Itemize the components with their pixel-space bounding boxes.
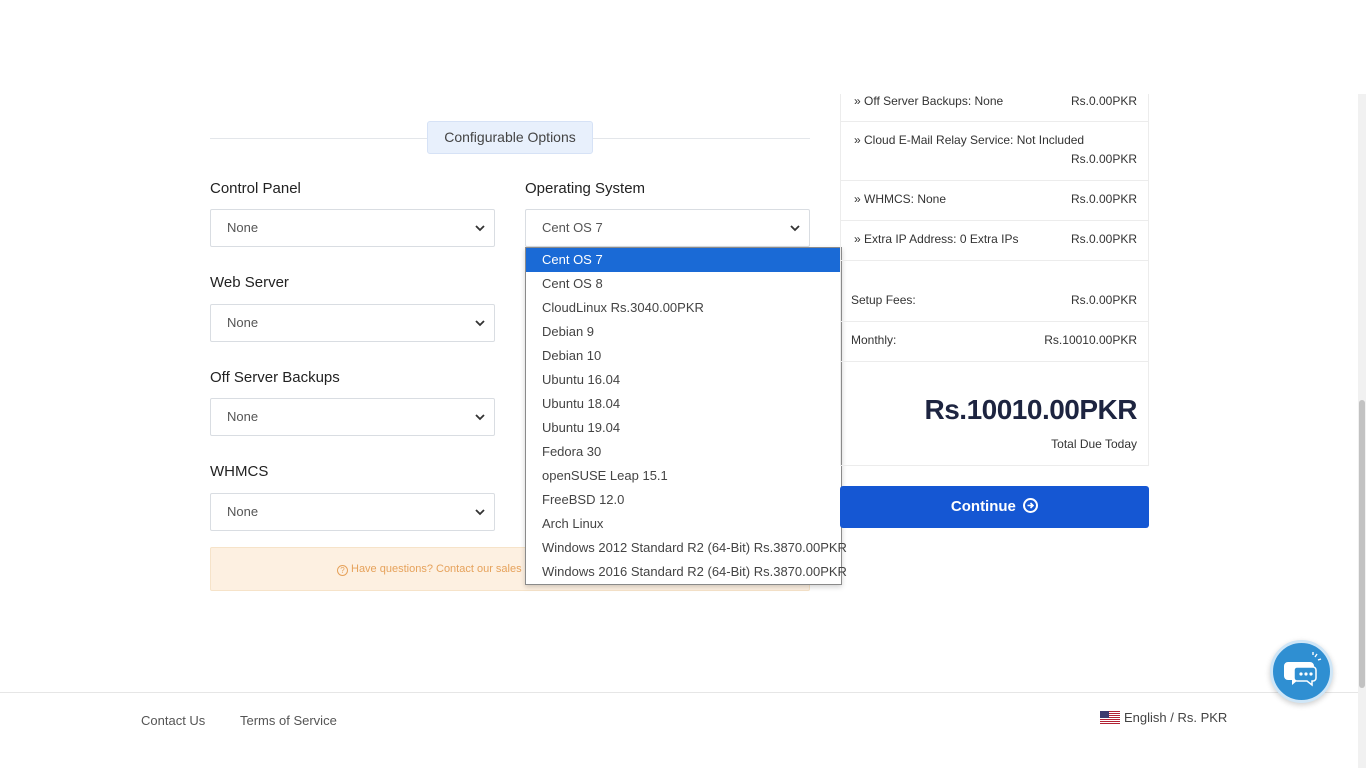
web-server-label: Web Server bbox=[210, 274, 289, 291]
summary-item-label: » Extra IP Address: 0 Extra IPs bbox=[854, 232, 1019, 246]
chevron-down-icon bbox=[474, 305, 486, 341]
os-option[interactable]: Arch Linux bbox=[526, 512, 841, 536]
whmcs-value: None bbox=[227, 504, 259, 519]
off-server-backups-label: Off Server Backups bbox=[210, 369, 340, 386]
os-option[interactable]: Ubuntu 19.04 bbox=[526, 416, 841, 440]
os-option[interactable]: Ubuntu 18.04 bbox=[526, 392, 841, 416]
total-due-label: Total Due Today bbox=[1051, 437, 1137, 451]
monthly-label: Monthly: bbox=[851, 333, 897, 347]
footer-link-contact-us[interactable]: Contact Us bbox=[141, 713, 205, 728]
arrow-right-circle-icon bbox=[1023, 498, 1039, 513]
os-option[interactable]: Debian 9 bbox=[526, 320, 841, 344]
os-option[interactable]: Windows 2012 Standard R2 (64-Bit) Rs.387… bbox=[526, 536, 847, 560]
chevron-down-icon bbox=[474, 399, 486, 435]
summary-item-value: Rs.0.00PKR bbox=[1070, 192, 1137, 206]
web-server-value: None bbox=[227, 315, 259, 330]
continue-button-label: Continue bbox=[950, 498, 1016, 515]
os-option[interactable]: Debian 10 bbox=[526, 344, 841, 368]
operating-system-value: Cent OS 7 bbox=[542, 220, 603, 235]
scrollbar-thumb[interactable] bbox=[1359, 400, 1365, 688]
off-server-backups-value: None bbox=[227, 409, 259, 424]
question-icon: ? bbox=[337, 565, 348, 576]
order-summary: » Off Server Backups: None Rs.0.00PKR » … bbox=[840, 94, 1149, 466]
us-flag-icon bbox=[1100, 711, 1120, 724]
summary-item-value: Rs.0.00PKR bbox=[1070, 152, 1137, 166]
whmcs-select[interactable]: None bbox=[210, 493, 495, 531]
off-server-backups-select[interactable]: None bbox=[210, 398, 495, 436]
control-panel-label: Control Panel bbox=[210, 180, 301, 197]
summary-divider bbox=[841, 260, 1148, 261]
summary-item-value: Rs.0.00PKR bbox=[1070, 232, 1137, 246]
summary-divider bbox=[841, 361, 1148, 362]
summary-item-label: » Cloud E-Mail Relay Service: Not Includ… bbox=[854, 133, 1085, 147]
summary-divider bbox=[841, 220, 1148, 221]
os-dropdown-list[interactable]: Cent OS 7 Cent OS 8 CloudLinux Rs.3040.00P… bbox=[525, 247, 847, 585]
section-title: Configurable Options bbox=[427, 121, 593, 154]
chat-bubble-icon bbox=[1284, 652, 1322, 687]
os-option[interactable]: Windows 2016 Standard R2 (64-Bit) Rs.387… bbox=[526, 560, 847, 584]
os-option[interactable]: Cent OS 8 bbox=[526, 272, 841, 296]
operating-system-label: Operating System bbox=[525, 180, 646, 197]
os-option[interactable]: CloudLinux Rs.3040.00PKR bbox=[526, 296, 841, 320]
chevron-down-icon bbox=[474, 210, 486, 246]
web-server-select[interactable]: None bbox=[210, 304, 495, 342]
summary-divider bbox=[841, 180, 1148, 181]
language-label: English / Rs. PKR bbox=[1124, 710, 1228, 725]
chevron-down-icon bbox=[789, 210, 801, 246]
summary-item-label: » WHMCS: None bbox=[854, 192, 947, 206]
os-option[interactable]: Fedora 30 bbox=[526, 440, 841, 464]
footer-divider bbox=[0, 692, 1358, 693]
os-option[interactable]: Cent OS 7 bbox=[526, 248, 841, 272]
language-currency-selector[interactable]: English / Rs. PKR bbox=[1100, 710, 1227, 725]
help-text: Have questions? Contact our sales bbox=[351, 563, 522, 575]
total-due-amount: Rs.10010.00PKR bbox=[924, 394, 1138, 425]
monthly-value: Rs.10010.00PKR bbox=[1044, 333, 1137, 347]
setup-fees-value: Rs.0.00PKR bbox=[1070, 293, 1137, 307]
setup-fees-label: Setup Fees: bbox=[851, 293, 916, 307]
operating-system-select[interactable]: Cent OS 7 bbox=[525, 209, 810, 247]
os-option[interactable]: FreeBSD 12.0 bbox=[526, 488, 841, 512]
chevron-down-icon bbox=[474, 494, 486, 530]
footer-link-terms-of-service[interactable]: Terms of Service bbox=[240, 713, 337, 728]
continue-button[interactable]: Continue bbox=[840, 486, 1149, 528]
summary-divider bbox=[841, 121, 1148, 122]
summary-item-value: Rs.0.00PKR bbox=[1070, 94, 1137, 108]
whmcs-label: WHMCS bbox=[210, 463, 269, 480]
os-option[interactable]: openSUSE Leap 15.1 bbox=[526, 464, 841, 488]
control-panel-value: None bbox=[227, 220, 259, 235]
control-panel-select[interactable]: None bbox=[210, 209, 495, 247]
summary-item-label: » Off Server Backups: None bbox=[854, 94, 1004, 108]
summary-divider bbox=[841, 321, 1148, 322]
chat-widget-button[interactable] bbox=[1270, 640, 1333, 703]
os-option[interactable]: Ubuntu 16.04 bbox=[526, 368, 841, 392]
